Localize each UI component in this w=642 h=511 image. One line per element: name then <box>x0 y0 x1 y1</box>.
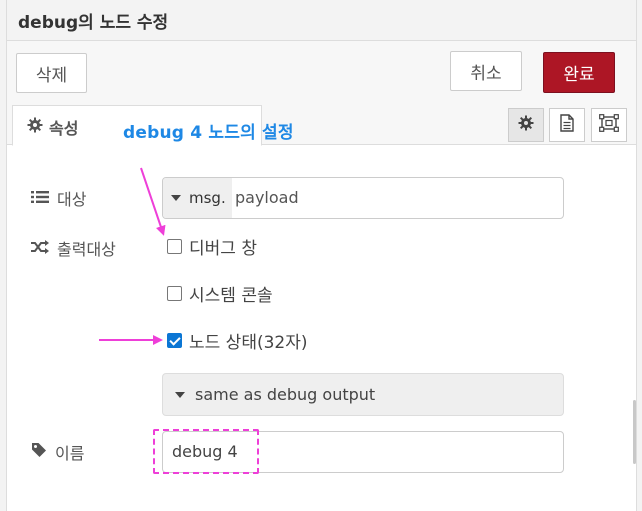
debug-window-label: 디버그 창 <box>189 239 257 259</box>
scrollbar-thumb[interactable] <box>633 400 636 464</box>
tab-properties-label: 속성 <box>49 119 79 138</box>
gear-icon <box>27 117 43 137</box>
cancel-button[interactable]: 취소 <box>450 51 522 91</box>
arrow-to-debug-window <box>140 167 166 236</box>
tabs-bar: 속성 <box>7 105 636 146</box>
debug-window-checkbox[interactable] <box>167 239 182 254</box>
tab-button-description[interactable] <box>549 108 585 142</box>
output-option-debug[interactable]: 디버그 창 <box>167 234 257 259</box>
document-icon <box>560 114 574 136</box>
layout-icon <box>599 114 619 136</box>
target-label: 대상 <box>31 186 86 210</box>
output-option-console[interactable]: 시스템 콘솔 <box>167 281 273 306</box>
target-typed-input[interactable]: msg. payload <box>162 177 564 219</box>
shuffle-icon <box>31 239 49 258</box>
right-gutter <box>636 0 642 511</box>
done-button[interactable]: 완료 <box>543 52 615 93</box>
name-label: 이름 <box>31 440 84 464</box>
output-label: 출력대상 <box>31 236 116 260</box>
output-option-status[interactable]: 노드 상태(32자) <box>167 328 308 353</box>
target-label-text: 대상 <box>57 190 87 209</box>
caret-down-icon <box>175 391 185 398</box>
dialog-toolbar: 삭제 취소 완료 <box>7 41 636 105</box>
edit-dialog: debug의 노드 수정 삭제 취소 완료 속성 debug 4 노드의 설정 … <box>0 0 642 511</box>
tab-button-settings[interactable] <box>508 108 544 142</box>
name-highlight-box <box>153 429 259 474</box>
node-status-label: 노드 상태(32자) <box>189 333 308 353</box>
caret-down-icon <box>171 195 181 201</box>
node-status-checkbox[interactable] <box>167 333 182 348</box>
annotation-title: debug 4 노드의 설정 <box>123 123 294 143</box>
status-select[interactable]: same as debug output <box>162 373 564 416</box>
gear-icon <box>518 115 534 135</box>
list-icon <box>31 189 49 208</box>
status-select-value: same as debug output <box>195 385 376 404</box>
target-type-prefix: msg. <box>189 189 226 207</box>
tray-header: debug의 노드 수정 <box>7 0 636 41</box>
tag-icon <box>31 442 47 462</box>
output-label-text: 출력대상 <box>57 240 116 259</box>
target-value[interactable]: payload <box>235 188 299 207</box>
dialog-title: debug의 노드 수정 <box>18 13 169 33</box>
system-console-label: 시스템 콘솔 <box>189 286 273 306</box>
system-console-checkbox[interactable] <box>167 286 182 301</box>
target-type-select[interactable]: msg. <box>163 178 232 218</box>
name-label-text: 이름 <box>55 444 85 463</box>
delete-button[interactable]: 삭제 <box>16 53 87 93</box>
left-gutter <box>0 0 7 511</box>
tab-button-appearance[interactable] <box>591 108 627 142</box>
